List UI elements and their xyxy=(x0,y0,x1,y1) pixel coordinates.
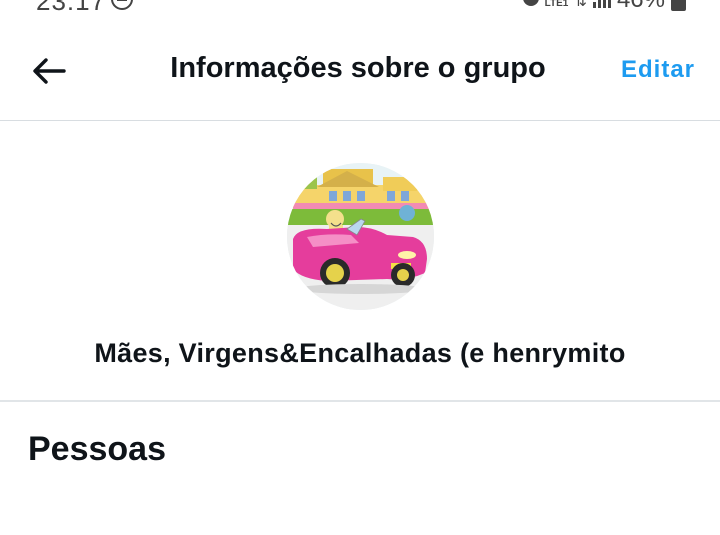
header-divider xyxy=(0,120,720,121)
group-info-screen: 23:17 LTE1 ⇅ 46% Informações sobre o gru… xyxy=(0,0,720,535)
group-avatar[interactable] xyxy=(287,163,434,310)
do-not-disturb-icon xyxy=(111,0,133,10)
header-bar: Informações sobre o grupo Editar xyxy=(0,30,720,112)
section-divider xyxy=(0,400,720,402)
group-avatar-image xyxy=(287,163,434,310)
battery-icon xyxy=(671,0,686,11)
signal-icon xyxy=(592,0,611,8)
network-type: LTE1 xyxy=(544,0,569,9)
status-icons: LTE1 ⇅ 46% xyxy=(522,0,686,14)
people-section-title: Pessoas xyxy=(28,430,166,468)
status-time: 23:17 xyxy=(36,0,107,16)
data-activity-icon: ⇅ xyxy=(574,0,587,10)
status-bar: 23:17 LTE1 ⇅ 46% xyxy=(0,0,720,20)
page-title: Informações sobre o grupo xyxy=(170,52,546,84)
edit-button[interactable]: Editar xyxy=(621,56,695,84)
alarm-icon xyxy=(522,0,539,6)
group-name: Mães, Virgens&Encalhadas (e henrymito xyxy=(94,338,626,368)
battery-percentage: 46% xyxy=(617,0,665,14)
